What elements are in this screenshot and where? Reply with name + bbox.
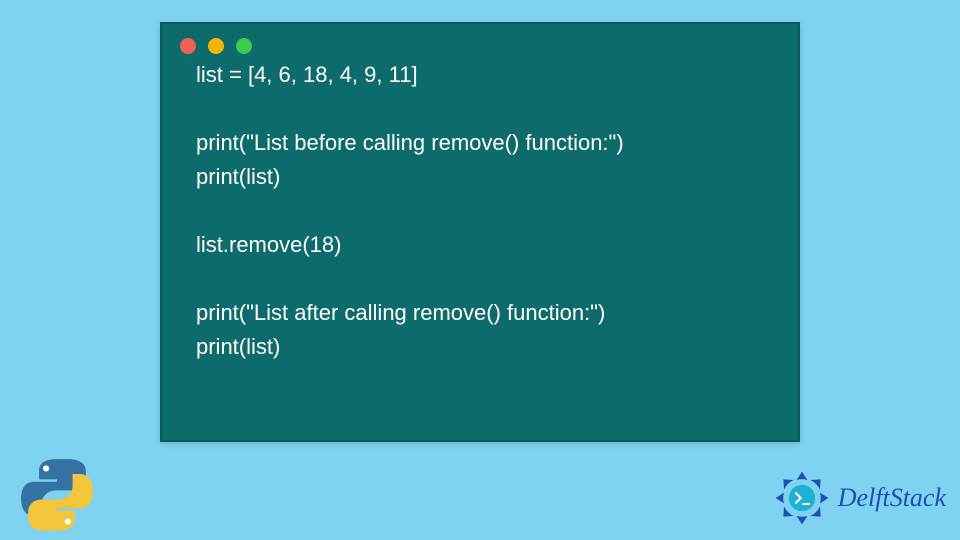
maximize-dot-icon	[236, 38, 252, 54]
code-body: list = [4, 6, 18, 4, 9, 11] print("List …	[162, 58, 798, 385]
python-logo-icon	[18, 456, 96, 534]
code-window: list = [4, 6, 18, 4, 9, 11] print("List …	[160, 22, 800, 442]
code-line: list = [4, 6, 18, 4, 9, 11]	[196, 58, 764, 92]
code-blank	[196, 92, 764, 126]
code-line: print(list)	[196, 160, 764, 194]
code-line: print("List after calling remove() funct…	[196, 296, 764, 330]
minimize-dot-icon	[208, 38, 224, 54]
titlebar	[162, 24, 798, 58]
code-blank	[196, 194, 764, 228]
code-blank	[196, 262, 764, 296]
delftstack-logo-icon	[772, 468, 832, 528]
code-line: print(list)	[196, 330, 764, 364]
close-dot-icon	[180, 38, 196, 54]
code-line: list.remove(18)	[196, 228, 764, 262]
delftstack-brand: DelftStack	[772, 468, 946, 528]
delftstack-label: DelftStack	[838, 483, 946, 513]
code-line: print("List before calling remove() func…	[196, 126, 764, 160]
